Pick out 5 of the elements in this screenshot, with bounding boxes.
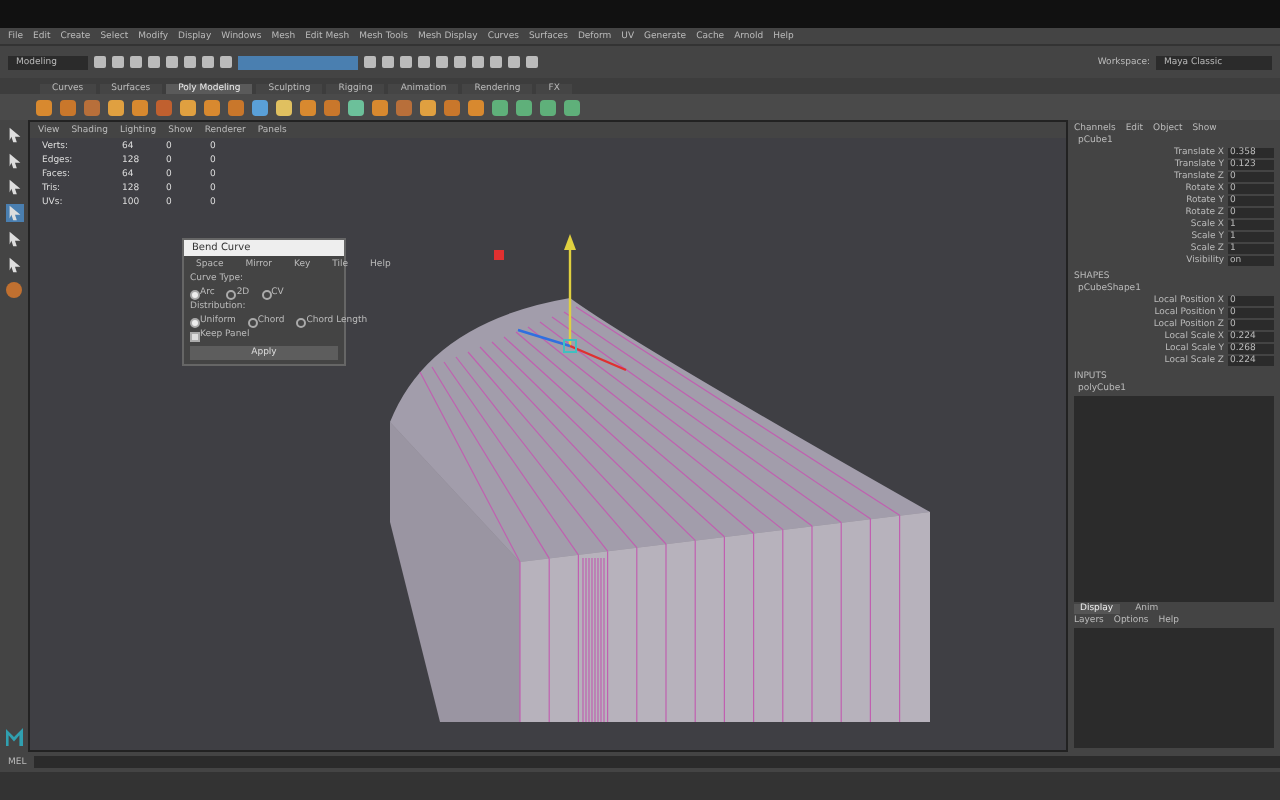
sphere-icon[interactable] bbox=[6, 282, 22, 298]
tool-icon[interactable] bbox=[5, 204, 23, 222]
command-field[interactable] bbox=[34, 756, 1280, 768]
search-field[interactable] bbox=[238, 55, 358, 69]
logo-icon bbox=[5, 728, 23, 746]
